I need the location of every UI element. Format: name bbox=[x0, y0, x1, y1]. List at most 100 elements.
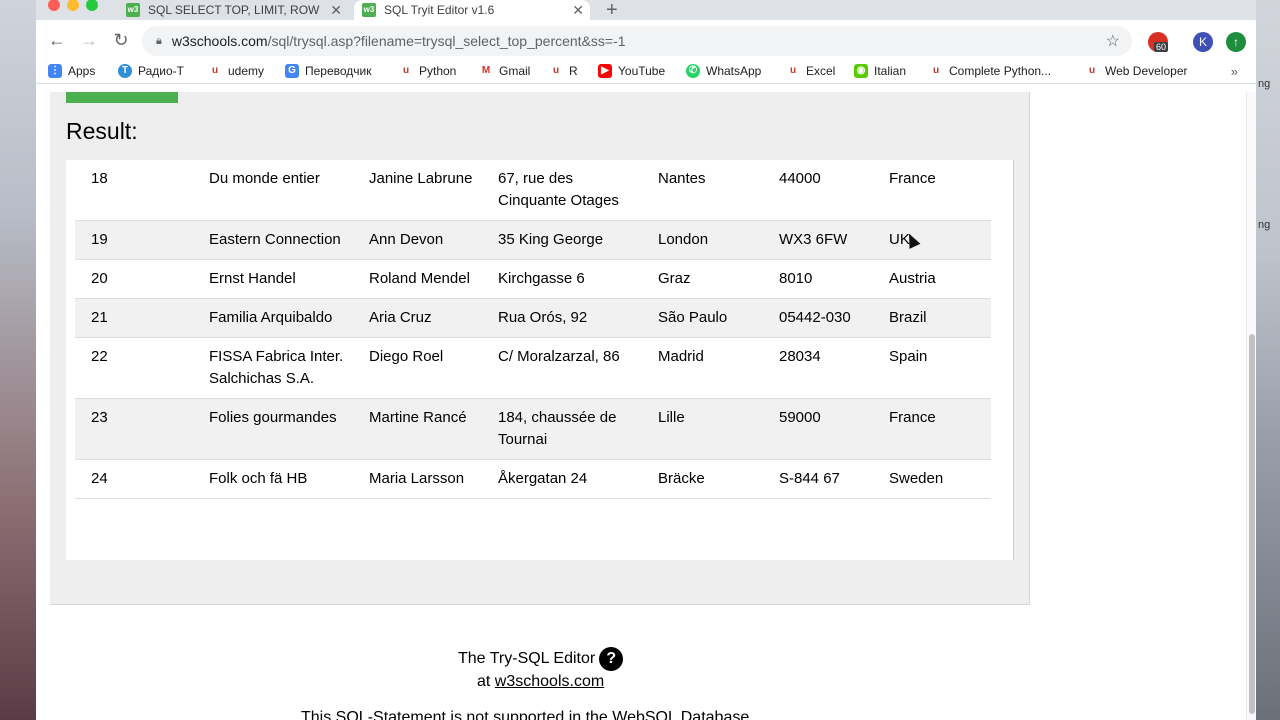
bookmark-label: Web Developer bbox=[1105, 64, 1188, 78]
bookmark-apps[interactable]: ⋮ Apps bbox=[48, 64, 95, 78]
address-cell: 35 King George bbox=[482, 220, 642, 260]
gmail-icon: M bbox=[481, 65, 491, 76]
udemy-icon: u bbox=[402, 65, 410, 76]
back-arrow-icon[interactable]: ← bbox=[46, 30, 68, 51]
udemy-icon: u bbox=[211, 65, 219, 76]
bookmark-youtube[interactable]: ▶ YouTube bbox=[598, 64, 665, 78]
bookmark-star-icon[interactable]: ☆ bbox=[1106, 31, 1120, 51]
reload-icon[interactable]: ↻ bbox=[110, 30, 132, 51]
result-scroll-area[interactable]: 18 Du monde entier Janine Labrune 67, rue d… bbox=[66, 160, 1014, 560]
bookmarks-overflow-chevron-icon[interactable]: » bbox=[1231, 64, 1238, 79]
customer-name-cell: Du monde entier bbox=[193, 160, 353, 221]
bookmark-python[interactable]: u Python bbox=[399, 64, 456, 78]
customer-name-cell: Familia Arquibaldo bbox=[193, 298, 353, 338]
bookmark-label: Complete Python... bbox=[949, 64, 1052, 78]
contact-name-cell: Diego Roel bbox=[353, 337, 482, 399]
table-row: 22 FISSA Fabrica Inter. Salchichas S.A. Di… bbox=[75, 337, 991, 399]
profile-avatar[interactable]: K bbox=[1193, 32, 1213, 52]
postal-code-cell: 28034 bbox=[763, 337, 873, 399]
tab-sql-tryit-editor[interactable]: w3 SQL Tryit Editor v1.6 ✕ bbox=[354, 0, 590, 20]
translate-icon: G bbox=[285, 64, 299, 78]
minimize-window-button[interactable] bbox=[67, 0, 79, 11]
new-tab-button[interactable]: + bbox=[606, 0, 618, 22]
customer-name-cell: Folk och fä HB bbox=[193, 459, 353, 499]
bookmark-whatsapp[interactable]: ✆ WhatsApp bbox=[686, 64, 761, 78]
footer-at-label: at bbox=[477, 673, 491, 690]
tab-title: SQL SELECT TOP, LIMIT, ROWNUM bbox=[148, 3, 320, 17]
update-arrow-icon[interactable]: ↑ bbox=[1226, 32, 1246, 52]
bookmark-complete-python[interactable]: u Complete Python... bbox=[929, 64, 1051, 78]
run-sql-button[interactable] bbox=[66, 92, 178, 103]
postal-code-cell: 59000 bbox=[763, 398, 873, 460]
city-cell: Madrid bbox=[642, 337, 763, 399]
postal-code-cell: 8010 bbox=[763, 259, 873, 299]
radio-t-icon: T bbox=[118, 64, 132, 78]
customer-name-cell: Eastern Connection bbox=[193, 220, 353, 260]
udemy-icon: u bbox=[932, 65, 940, 76]
customer-id-cell: 21 bbox=[75, 298, 193, 338]
forward-arrow-icon[interactable]: → bbox=[78, 30, 100, 51]
customer-name-cell: Folies gourmandes bbox=[193, 398, 353, 460]
lock-icon: 🔒︎ bbox=[156, 34, 162, 47]
city-cell: Lille bbox=[642, 398, 763, 460]
country-cell: Spain bbox=[873, 337, 991, 399]
customer-id-cell: 18 bbox=[75, 160, 193, 221]
postal-code-cell: 44000 bbox=[763, 160, 873, 221]
close-tab-icon[interactable]: ✕ bbox=[330, 2, 342, 19]
w3schools-link[interactable]: w3schools.com bbox=[495, 673, 604, 690]
table-row: 24 Folk och fä HB Maria Larsson Åkergatan 2… bbox=[75, 459, 991, 499]
page-scrollbar-thumb[interactable] bbox=[1249, 334, 1255, 714]
country-cell: France bbox=[873, 160, 991, 221]
udemy-icon: u bbox=[1088, 65, 1096, 76]
customer-id-cell: 22 bbox=[75, 337, 193, 399]
whatsapp-icon: ✆ bbox=[686, 64, 700, 78]
bookmark-label: Gmail bbox=[499, 64, 531, 78]
result-title: Result: bbox=[66, 118, 138, 144]
bookmark-label: Python bbox=[419, 64, 457, 78]
city-cell: São Paulo bbox=[642, 298, 763, 338]
window-controls bbox=[48, 0, 105, 16]
bookmark-label: R bbox=[569, 64, 578, 78]
page-content: Result: 18 Du monde entier Janine Labrune 6… bbox=[36, 92, 1256, 720]
table-row: 19 Eastern Connection Ann Devon 35 King Geo… bbox=[75, 220, 991, 260]
tab-sql-select-top[interactable]: w3 SQL SELECT TOP, LIMIT, ROWNUM ✕ bbox=[118, 0, 348, 20]
postal-code-cell: S-844 67 bbox=[763, 459, 873, 499]
country-cell: Austria bbox=[873, 259, 991, 299]
desktop-background-left bbox=[0, 0, 36, 720]
bookmark-translator[interactable]: G Переводчик bbox=[285, 64, 372, 78]
udemy-icon: u bbox=[552, 65, 560, 76]
close-window-button[interactable] bbox=[48, 0, 60, 11]
contact-name-cell: Maria Larsson bbox=[353, 459, 482, 499]
address-cell: C/ Moralzarzal, 86 bbox=[482, 337, 642, 399]
bookmark-r[interactable]: uR bbox=[549, 64, 578, 78]
address-cell: Åkergatan 24 bbox=[482, 459, 642, 499]
close-tab-icon[interactable]: ✕ bbox=[572, 2, 584, 19]
bookmark-gmail[interactable]: M Gmail bbox=[479, 64, 531, 78]
address-bar[interactable]: 🔒︎ w3schools.com/sql/trysql.asp?filename… bbox=[142, 26, 1132, 56]
bookmark-italian[interactable]: ◉ Italian bbox=[854, 64, 906, 78]
bookmark-excel[interactable]: u Excel bbox=[786, 64, 835, 78]
bookmark-label: YouTube bbox=[618, 64, 666, 78]
bookmark-radio-t[interactable]: T Радио-Т bbox=[118, 64, 184, 78]
help-icon[interactable]: ? bbox=[599, 647, 624, 671]
url-host: w3schools.com bbox=[171, 33, 268, 49]
page-scrollbar[interactable] bbox=[1246, 92, 1256, 720]
footer-notice: This SQL-Statement is not supported in t… bbox=[301, 709, 754, 720]
contact-name-cell: Aria Cruz bbox=[353, 298, 482, 338]
bookmark-web-developer[interactable]: u Web Developer bbox=[1085, 64, 1188, 78]
result-panel: Result: 18 Du monde entier Janine Labrune 6… bbox=[50, 92, 1030, 605]
apps-grid-icon: ⋮ bbox=[48, 64, 62, 78]
contact-name-cell: Roland Mendel bbox=[353, 259, 482, 299]
customer-id-cell: 23 bbox=[75, 398, 193, 460]
zoom-window-button[interactable] bbox=[86, 0, 98, 11]
table-row: 20 Ernst Handel Roland Mendel Kirchgasse 6G… bbox=[75, 259, 991, 299]
desktop-background-right: ng ng bbox=[1256, 0, 1280, 720]
bookmark-label: Apps bbox=[68, 64, 96, 78]
extension-icon[interactable]: 60 bbox=[1148, 32, 1169, 52]
bookmark-udemy[interactable]: u udemy bbox=[208, 64, 264, 78]
bookmark-label: Переводчик bbox=[305, 64, 372, 78]
footer-editor-label: The Try-SQL Editor bbox=[458, 650, 596, 667]
address-cell: Kirchgasse 6 bbox=[482, 259, 642, 299]
country-cell: UK bbox=[873, 220, 991, 260]
table-row: 23 Folies gourmandes Martine Rancé 184, cha… bbox=[75, 398, 991, 460]
